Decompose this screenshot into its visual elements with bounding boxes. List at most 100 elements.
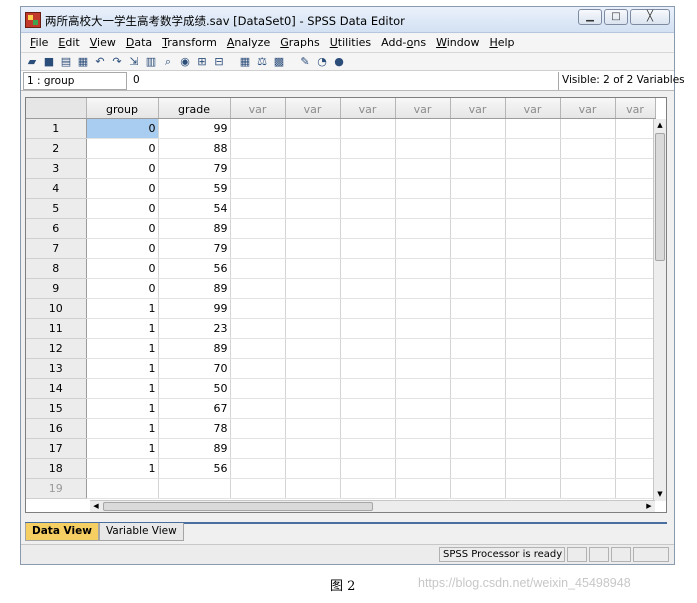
cell-empty[interactable]: [615, 298, 656, 319]
cell-grade[interactable]: 89: [158, 218, 231, 239]
maximize-button[interactable]: □: [604, 9, 628, 25]
cell-grade[interactable]: 59: [158, 178, 231, 199]
cell-group[interactable]: [86, 478, 159, 499]
cell-empty[interactable]: [450, 118, 506, 139]
cell-grade[interactable]: 99: [158, 118, 231, 139]
cell-empty[interactable]: [615, 118, 656, 139]
cell-empty[interactable]: [450, 198, 506, 219]
column-header-var[interactable]: var: [395, 98, 451, 119]
insert-cases-icon[interactable]: ⊞: [195, 55, 209, 68]
title-bar[interactable]: 两所高校大一学生高考数学成绩.sav [DataSet0] - SPSS Dat…: [21, 7, 674, 33]
close-button[interactable]: ╳: [630, 9, 670, 25]
cell-empty[interactable]: [230, 438, 286, 459]
scroll-down-icon[interactable]: ▼: [654, 488, 666, 501]
cell-empty[interactable]: [615, 478, 656, 499]
cell-empty[interactable]: [560, 198, 616, 219]
horizontal-scrollbar[interactable]: ◀ ▶: [90, 500, 655, 512]
cell-empty[interactable]: [450, 298, 506, 319]
cell-empty[interactable]: [615, 178, 656, 199]
cell-empty[interactable]: [395, 318, 451, 339]
menu-help[interactable]: Help: [484, 36, 519, 49]
cell-empty[interactable]: [615, 458, 656, 479]
tab-variable-view[interactable]: Variable View: [98, 523, 184, 541]
cell-empty[interactable]: [560, 338, 616, 359]
cell-empty[interactable]: [450, 178, 506, 199]
scroll-up-icon[interactable]: ▲: [654, 119, 666, 132]
cell-empty[interactable]: [560, 418, 616, 439]
select-cases-icon[interactable]: ▩: [272, 55, 286, 68]
cell-empty[interactable]: [505, 258, 561, 279]
cell-empty[interactable]: [450, 358, 506, 379]
column-header-var[interactable]: var: [285, 98, 341, 119]
cell-empty[interactable]: [340, 278, 396, 299]
grid-corner[interactable]: [26, 98, 87, 119]
menu-edit[interactable]: Edit: [53, 36, 84, 49]
save-icon[interactable]: ■: [42, 55, 56, 68]
cell-grade[interactable]: 67: [158, 398, 231, 419]
cell-empty[interactable]: [285, 138, 341, 159]
cell-empty[interactable]: [450, 278, 506, 299]
cell-grade[interactable]: 56: [158, 458, 231, 479]
menu-analyze[interactable]: Analyze: [222, 36, 275, 49]
cell-empty[interactable]: [230, 178, 286, 199]
cell-empty[interactable]: [230, 258, 286, 279]
cell-group[interactable]: 0: [86, 218, 159, 239]
row-header[interactable]: 2: [26, 138, 87, 159]
menu-graphs[interactable]: Graphs: [275, 36, 324, 49]
cell-empty[interactable]: [450, 238, 506, 259]
tab-data-view[interactable]: Data View: [25, 523, 99, 541]
cell-empty[interactable]: [340, 198, 396, 219]
cell-empty[interactable]: [395, 418, 451, 439]
cell-empty[interactable]: [615, 258, 656, 279]
cell-empty[interactable]: [285, 298, 341, 319]
cell-empty[interactable]: [560, 358, 616, 379]
cell-empty[interactable]: [230, 278, 286, 299]
cell-empty[interactable]: [615, 198, 656, 219]
cell-empty[interactable]: [230, 378, 286, 399]
menu-data[interactable]: Data: [121, 36, 157, 49]
cell-empty[interactable]: [505, 278, 561, 299]
vertical-scroll-thumb[interactable]: [655, 133, 665, 261]
cell-empty[interactable]: [560, 118, 616, 139]
cell-group[interactable]: 1: [86, 378, 159, 399]
cell-empty[interactable]: [230, 318, 286, 339]
cell-empty[interactable]: [395, 298, 451, 319]
binoculars-icon[interactable]: ◉: [178, 55, 192, 68]
menu-addons[interactable]: Add-ons: [376, 36, 431, 49]
dialog-recall-icon[interactable]: ▦: [76, 55, 90, 68]
cell-empty[interactable]: [285, 358, 341, 379]
cell-value-input[interactable]: 0: [127, 72, 558, 90]
cell-empty[interactable]: [615, 418, 656, 439]
cell-group[interactable]: 1: [86, 438, 159, 459]
weight-cases-icon[interactable]: ⚖: [255, 55, 269, 68]
menu-utilities[interactable]: Utilities: [325, 36, 376, 49]
cell-group[interactable]: 0: [86, 138, 159, 159]
column-header-grade[interactable]: grade: [158, 98, 231, 119]
cell-group[interactable]: 1: [86, 418, 159, 439]
undo-icon[interactable]: ↶: [93, 55, 107, 68]
cell-empty[interactable]: [505, 478, 561, 499]
cell-empty[interactable]: [285, 398, 341, 419]
cell-empty[interactable]: [285, 478, 341, 499]
cell-empty[interactable]: [505, 318, 561, 339]
column-header-var[interactable]: var: [505, 98, 561, 119]
cell-empty[interactable]: [395, 478, 451, 499]
row-header[interactable]: 4: [26, 178, 87, 199]
cell-group[interactable]: 0: [86, 158, 159, 179]
cell-empty[interactable]: [450, 338, 506, 359]
cell-empty[interactable]: [340, 138, 396, 159]
cell-grade[interactable]: 88: [158, 138, 231, 159]
variables-icon[interactable]: ▥: [144, 55, 158, 68]
goto-case-icon[interactable]: ⇲: [127, 55, 141, 68]
cell-empty[interactable]: [285, 438, 341, 459]
cell-empty[interactable]: [615, 218, 656, 239]
cell-empty[interactable]: [505, 438, 561, 459]
cell-empty[interactable]: [450, 478, 506, 499]
cell-empty[interactable]: [395, 438, 451, 459]
row-header[interactable]: 12: [26, 338, 87, 359]
cell-empty[interactable]: [560, 318, 616, 339]
row-header[interactable]: 3: [26, 158, 87, 179]
insert-variable-icon[interactable]: ⊟: [212, 55, 226, 68]
cell-grade[interactable]: 89: [158, 278, 231, 299]
cell-grade[interactable]: 89: [158, 438, 231, 459]
